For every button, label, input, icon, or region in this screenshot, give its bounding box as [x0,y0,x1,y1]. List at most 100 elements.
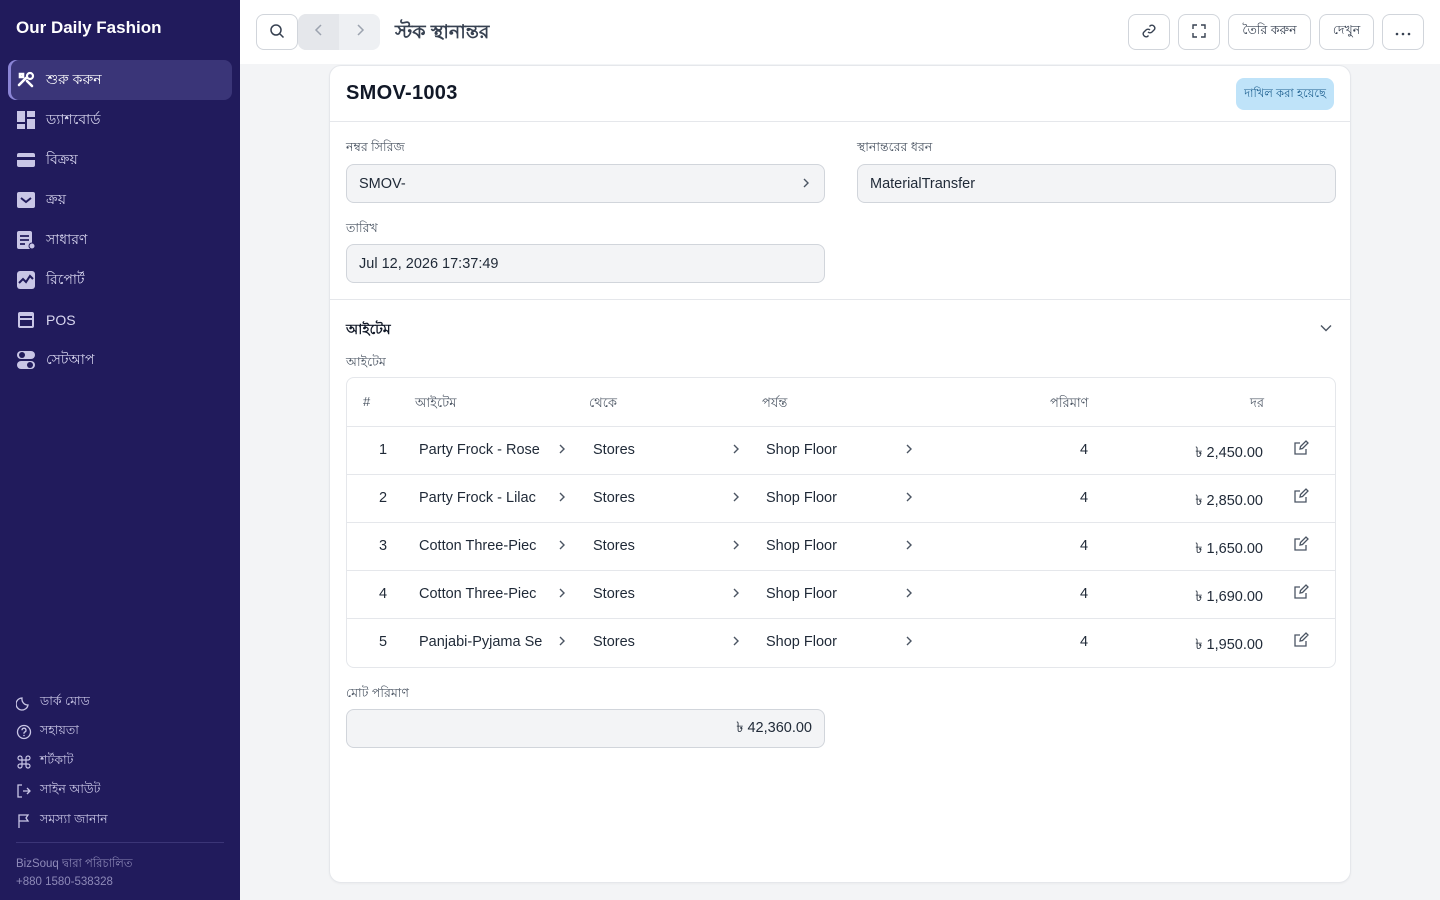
chevron-right-icon[interactable] [732,443,740,459]
topbar: স্টক স্থানান্তর তৈরি করুন দেখুন [240,0,1440,64]
chevron-right-icon[interactable] [558,635,566,651]
row-qty: 4 [1080,490,1089,506]
fullscreen-button[interactable] [1178,14,1220,50]
naming-series-value: SMOV- [359,175,406,192]
row-item[interactable]: Cotton Three-Piec [419,538,545,554]
report-icon [16,270,36,290]
row-to[interactable]: Shop Floor [766,490,837,506]
pos-icon [16,310,36,330]
report-issue-link[interactable]: সমস্যা জানান [16,806,226,836]
row-to[interactable]: Shop Floor [766,442,837,458]
chevron-right-icon[interactable] [732,587,740,603]
document-id: SMOV-1003 [346,82,458,104]
chevron-right-icon [355,23,365,41]
dark-mode-label: ডার্ক মোড [40,693,90,708]
row-to[interactable]: Shop Floor [766,586,837,602]
tools-icon [16,70,36,90]
total-label: মোট পরিমাণ [346,686,409,700]
edit-icon[interactable] [1293,632,1309,652]
search-button[interactable] [256,14,298,50]
row-item[interactable]: Panjabi-Pyjama Se [419,634,545,650]
table-row[interactable]: 1 Party Frock - Rose Stores Shop Floor 4… [347,427,1335,475]
row-to[interactable]: Shop Floor [766,634,837,650]
sidebar-item-getting-started[interactable]: শুরু করুন [8,60,232,100]
link-icon [1141,23,1157,42]
sign-out-link[interactable]: সাইন আউট [16,777,226,807]
chevron-right-icon[interactable] [905,635,913,651]
row-item[interactable]: Party Frock - Rose [419,442,545,458]
stock-transfer-form: SMOV-1003 দাখিল করা হয়েছে নম্বর সিরিজ S… [329,65,1351,883]
row-from[interactable]: Stores [593,538,635,554]
sidebar-item-label: বিক্রয় [46,151,78,167]
sidebar-item-setup[interactable]: সেটআপ [8,340,232,380]
collapse-section-button[interactable] [1320,319,1332,337]
create-button[interactable]: তৈরি করুন [1228,14,1311,50]
transfer-type-field[interactable]: MaterialTransfer [857,164,1336,203]
toggle-icon [16,350,36,370]
chevron-right-icon[interactable] [905,443,913,459]
row-qty: 4 [1080,586,1089,602]
row-from[interactable]: Stores [593,442,635,458]
forward-button[interactable] [339,14,380,50]
sidebar-item-pos[interactable]: POS [8,300,232,340]
chevron-right-icon[interactable] [905,539,913,555]
inbox-icon [16,190,36,210]
col-rate: দর [1250,395,1264,410]
table-row[interactable]: 4 Cotton Three-Piec Stores Shop Floor 4 … [347,571,1335,619]
sidebar-item-sales[interactable]: বিক্রয় [8,140,232,180]
row-from[interactable]: Stores [593,634,635,650]
col-index: # [363,394,371,409]
table-row[interactable]: 3 Cotton Three-Piec Stores Shop Floor 4 … [347,523,1335,571]
sidebar-item-purchase[interactable]: ক্রয় [8,180,232,220]
row-qty: 4 [1080,442,1089,458]
back-button[interactable] [298,14,339,50]
view-button[interactable]: দেখুন [1319,14,1374,50]
edit-icon[interactable] [1293,488,1309,508]
table-header: # আইটেম থেকে পর্যন্ত পরিমাণ দর [347,378,1335,427]
chevron-right-icon[interactable] [905,587,913,603]
help-link[interactable]: সহায়তা [16,718,226,748]
edit-icon[interactable] [1293,536,1309,556]
sidebar-item-label: সাধারণ [46,231,88,247]
row-item[interactable]: Cotton Three-Piec [419,586,545,602]
row-item[interactable]: Party Frock - Lilac [419,490,545,506]
naming-series-field[interactable]: SMOV- [346,164,825,203]
sidebar-nav: শুরু করুন ড্যাশবোর্ড বিক্রয় ক্রয় সাধার… [8,60,232,380]
table-row[interactable]: 2 Party Frock - Lilac Stores Shop Floor … [347,475,1335,523]
edit-icon[interactable] [1293,440,1309,460]
chevron-right-icon[interactable] [732,539,740,555]
chevron-right-icon[interactable] [558,587,566,603]
chevron-right-icon[interactable] [558,443,566,459]
chevron-right-icon[interactable] [732,491,740,507]
date-field[interactable]: Jul 12, 2026 17:37:49 [346,244,825,283]
more-dots-icon [1395,25,1411,39]
items-table: # আইটেম থেকে পর্যন্ত পরিমাণ দর 1 Party F… [346,377,1336,668]
row-rate: ৳ 2,450.00 [1195,445,1263,461]
sidebar-footer-links: ডার্ক মোড সহায়তা শর্টকাট সাইন আউট সমস্য… [16,688,226,836]
shortcuts-link[interactable]: শর্টকাট [16,747,226,777]
chevron-right-icon[interactable] [732,635,740,651]
card-icon [16,150,36,170]
col-to: পর্যন্ত [762,395,788,410]
items-section-title: আইটেম [346,321,391,337]
sidebar-item-dashboard[interactable]: ড্যাশবোর্ড [8,100,232,140]
powered-by-text: BizSouq দ্বারা পরিচালিত [16,858,133,870]
dark-mode-link[interactable]: ডার্ক মোড [16,688,226,718]
sidebar-item-reports[interactable]: রিপোর্ট [8,260,232,300]
row-from[interactable]: Stores [593,490,635,506]
chevron-right-icon[interactable] [558,491,566,507]
row-to[interactable]: Shop Floor [766,538,837,554]
chevron-right-icon[interactable] [905,491,913,507]
date-value: Jul 12, 2026 17:37:49 [359,255,499,272]
row-index: 2 [379,490,388,506]
edit-icon[interactable] [1293,584,1309,604]
sidebar-item-general[interactable]: সাধারণ [8,220,232,260]
row-rate: ৳ 1,690.00 [1195,589,1263,605]
copy-link-button[interactable] [1128,14,1170,50]
row-from[interactable]: Stores [593,586,635,602]
more-button[interactable] [1382,14,1424,50]
divider [330,121,1350,122]
chevron-right-icon[interactable] [558,539,566,555]
table-row[interactable]: 5 Panjabi-Pyjama Se Stores Shop Floor 4 … [347,619,1335,667]
items-table-label: আইটেম [346,355,386,369]
